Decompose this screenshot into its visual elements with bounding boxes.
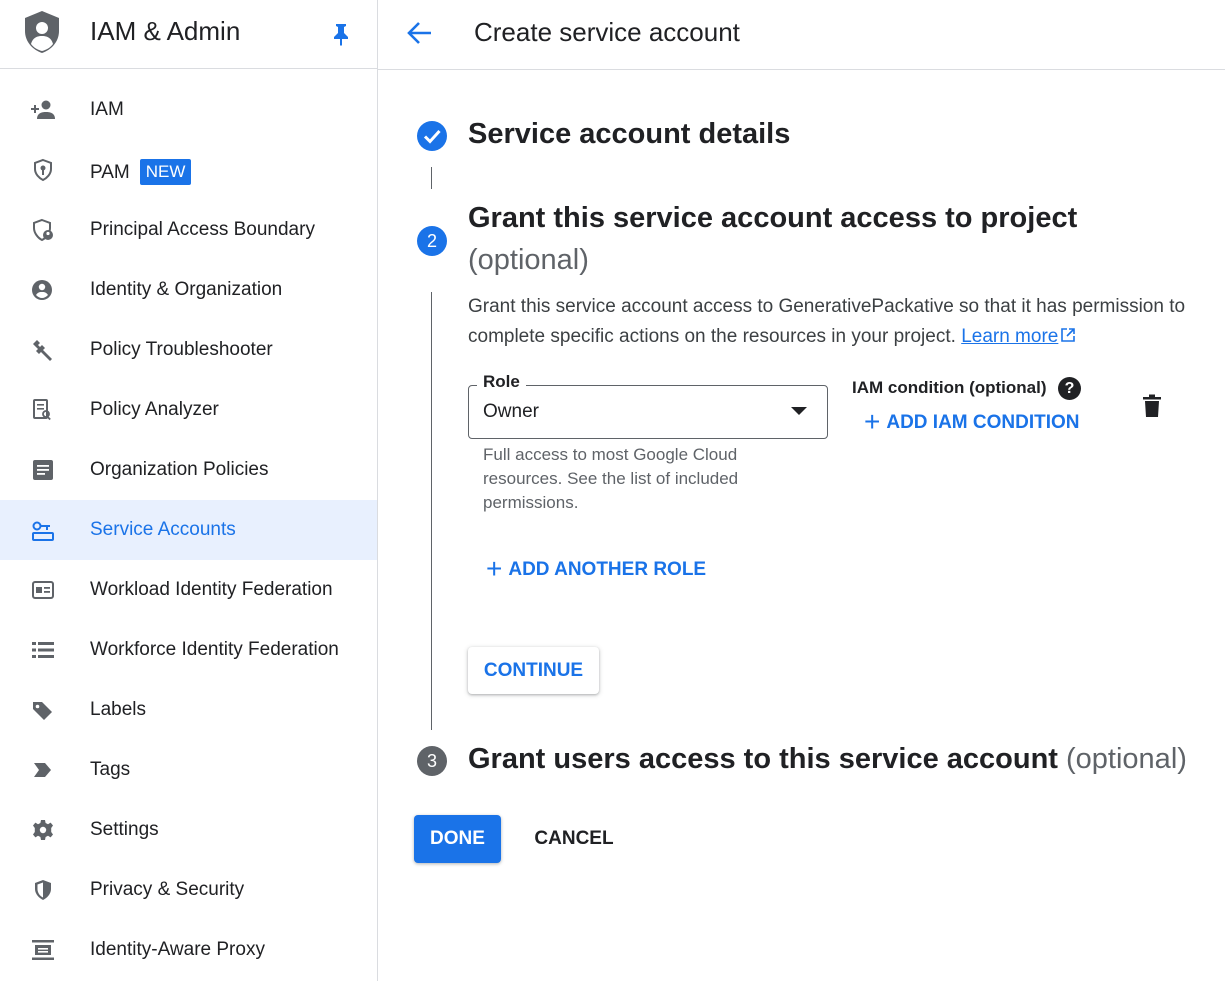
learn-more-text: Learn more: [961, 326, 1059, 347]
product-title: IAM & Admin: [90, 16, 241, 46]
sidebar-item-privacy-security[interactable]: Privacy & Security: [0, 860, 377, 920]
done-button[interactable]: DONE: [414, 815, 501, 863]
add-iam-condition-button[interactable]: + ADD IAM CONDITION: [864, 406, 1080, 438]
pin-icon[interactable]: [330, 22, 352, 46]
sidebar-item-label: Policy Analyzer: [90, 399, 219, 420]
proxy-icon: [32, 940, 54, 960]
step-connector: [431, 292, 432, 730]
plus-icon: +: [486, 553, 503, 584]
shield-person-icon: [33, 218, 53, 242]
description-text: Grant this service account access to Gen…: [468, 296, 1186, 347]
main-header: Create service account: [378, 0, 1225, 70]
sidebar-item-principal-access-boundary[interactable]: Principal Access Boundary: [0, 200, 377, 260]
sidebar-nav: IAM PAM NEW Principal Access Boundary Ide…: [0, 80, 377, 980]
learn-more-link[interactable]: Learn more: [961, 326, 1076, 347]
sidebar-item-label: Identity & Organization: [90, 279, 283, 300]
role-label: Role: [477, 372, 526, 392]
step-2-number: 2: [417, 226, 447, 256]
sidebar-item-label: Service Accounts: [90, 519, 236, 540]
sidebar-item-label: PAM NEW: [90, 159, 192, 185]
shield-icon: [35, 880, 51, 900]
sidebar-item-label: Workforce Identity Federation: [90, 639, 339, 660]
sidebar-item-label: Privacy & Security: [90, 879, 245, 900]
sidebar-item-service-accounts[interactable]: Service Accounts: [0, 500, 377, 560]
article-icon: [33, 460, 53, 480]
sidebar-item-tags[interactable]: Tags: [0, 740, 377, 800]
sidebar-item-label: Organization Policies: [90, 459, 269, 480]
continue-button[interactable]: CONTINUE: [468, 647, 599, 694]
step-1-title[interactable]: Service account details: [468, 118, 790, 151]
step-complete-check-icon: [417, 121, 447, 151]
sidebar-item-identity-aware-proxy[interactable]: Identity-Aware Proxy: [0, 920, 377, 980]
role-help-text: Full access to most Google Cloud resourc…: [483, 445, 739, 512]
external-link-icon: [1061, 328, 1076, 342]
plus-icon: +: [864, 406, 881, 437]
sidebar-item-label: IAM: [90, 99, 124, 120]
sidebar-item-identity-organization[interactable]: Identity & Organization: [0, 260, 377, 320]
dropdown-arrow-icon: [791, 407, 807, 415]
add-another-role-label: ADD ANOTHER ROLE: [508, 559, 707, 580]
sidebar-item-settings[interactable]: Settings: [0, 800, 377, 860]
sidebar-item-label: Labels: [90, 699, 146, 720]
sidebar-item-policy-troubleshooter[interactable]: Policy Troubleshooter: [0, 320, 377, 380]
back-arrow-icon[interactable]: [406, 20, 434, 46]
delete-role-icon[interactable]: [1142, 394, 1162, 418]
step-connector: [431, 167, 432, 189]
id-card-icon: [32, 581, 54, 599]
sidebar: IAM & Admin IAM PAM NEW Principal Access…: [0, 0, 378, 981]
sidebar-item-label: Policy Troubleshooter: [90, 339, 273, 360]
sidebar-item-label: Workload Identity Federation: [90, 579, 333, 600]
gear-icon: [33, 820, 53, 840]
person-add-icon: [31, 100, 55, 119]
shield-key-icon: [34, 158, 52, 182]
sidebar-item-policy-analyzer[interactable]: Policy Analyzer: [0, 380, 377, 440]
sidebar-item-workforce-identity-federation[interactable]: Workforce Identity Federation: [0, 620, 377, 680]
cancel-button[interactable]: CANCEL: [520, 815, 628, 863]
role-select[interactable]: Role Owner: [468, 372, 828, 439]
sidebar-item-workload-identity-federation[interactable]: Workload Identity Federation: [0, 560, 377, 620]
account-circle-icon: [32, 280, 52, 300]
service-account-icon: [32, 521, 54, 541]
tag-arrow-icon: [34, 763, 51, 777]
sidebar-item-organization-policies[interactable]: Organization Policies: [0, 440, 377, 500]
step-3-number: 3: [417, 746, 447, 776]
add-iam-condition-label: ADD IAM CONDITION: [886, 412, 1080, 433]
list-icon: [32, 642, 54, 658]
sidebar-item-label: Settings: [90, 819, 159, 840]
sidebar-item-labels[interactable]: Labels: [0, 680, 377, 740]
label-icon: [33, 702, 52, 720]
page-title: Create service account: [474, 17, 740, 47]
step-3-title[interactable]: Grant users access to this service accou…: [468, 743, 1187, 776]
iam-shield-logo-icon: [25, 11, 59, 53]
add-another-role-button[interactable]: + ADD ANOTHER ROLE: [486, 553, 706, 585]
wrench-icon: [33, 340, 52, 361]
sidebar-item-text: PAM: [90, 162, 130, 183]
sidebar-item-label: Identity-Aware Proxy: [90, 939, 265, 960]
document-search-icon: [33, 399, 51, 421]
sidebar-header: IAM & Admin: [0, 0, 377, 69]
step-3-optional: (optional): [1066, 743, 1187, 775]
step-3-title-text: Grant users access to this service accou…: [468, 743, 1058, 775]
iam-condition-label: IAM condition (optional): [852, 378, 1047, 397]
step-2-optional: (optional): [468, 244, 589, 276]
step-2-title: Grant this service account access to pro…: [468, 202, 1078, 234]
sidebar-item-iam[interactable]: IAM: [0, 80, 377, 140]
step-2-description: Grant this service account access to Gen…: [468, 292, 1198, 352]
sidebar-item-label: Principal Access Boundary: [90, 219, 315, 240]
help-icon[interactable]: ?: [1058, 377, 1081, 400]
role-value: Owner: [483, 401, 539, 422]
new-badge: NEW: [139, 159, 192, 185]
sidebar-item-label: Tags: [90, 759, 131, 780]
sidebar-item-pam[interactable]: PAM NEW: [0, 140, 377, 200]
